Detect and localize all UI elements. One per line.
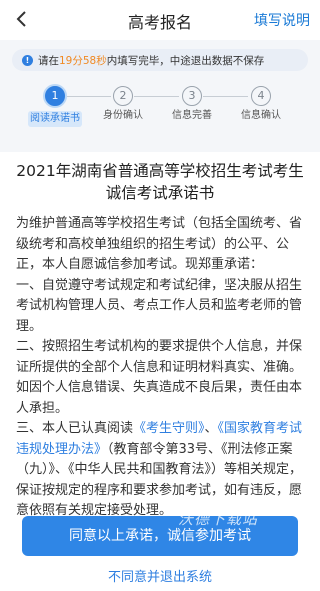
- time-notice: ! 请在 19分58秒 内填写完毕，中途退出数据不保存: [12, 49, 308, 71]
- step-1: 1 阅读承诺书: [20, 84, 90, 127]
- nav-bar: 高考报名 填写说明: [0, 0, 320, 40]
- document-title: 2021年湖南省普通高等学校招生考试考生诚信考试承诺书: [16, 162, 304, 202]
- step-label: 身份确认: [103, 110, 143, 121]
- decline-link[interactable]: 不同意并退出系统: [0, 566, 320, 585]
- paragraph-intro: 为维护普通高等学校招生考试（包括全国统考、省级统考和高校单独组织的招生考试）的公…: [16, 216, 303, 272]
- step-number: 2: [113, 86, 133, 106]
- watermark: 沃德下载站: [178, 510, 259, 528]
- step-label: 信息完善: [172, 110, 212, 121]
- step-label: 阅读承诺书: [28, 111, 82, 127]
- step-number: 1: [43, 84, 67, 108]
- progress-area: ! 请在 19分58秒 内填写完毕，中途退出数据不保存 1 阅读承诺书 2 身份…: [0, 40, 320, 152]
- step-4: 4 信息确认: [226, 86, 296, 122]
- notice-prefix: 请在: [38, 54, 59, 67]
- paragraph-3-text-b: 、: [204, 421, 218, 436]
- step-number: 3: [182, 86, 202, 106]
- paragraph-2: 二、按照招生考试机构的要求提供个人信息，并保证所提供的全部个人信息和证明材料真实…: [16, 339, 303, 416]
- step-2: 2 身份确认: [88, 86, 158, 122]
- paragraph-1: 一、自觉遵守考试规定和考试纪律，坚决服从招生考试机构管理人员、考点工作人员和监考…: [16, 277, 303, 334]
- paragraph-3-text-a: 三、本人已认真阅读: [16, 421, 134, 436]
- info-icon: !: [22, 54, 33, 66]
- step-indicator: 1 阅读承诺书 2 身份确认 3 信息完善 4 信息确认: [0, 84, 320, 146]
- countdown-timer: 19分58秒: [59, 54, 107, 67]
- step-3: 3 信息完善: [157, 86, 227, 122]
- step-number: 4: [251, 86, 271, 106]
- exam-rules-link[interactable]: 《考生守则》: [133, 421, 205, 436]
- step-label: 信息确认: [241, 110, 281, 121]
- document-body: 为维护普通高等学校招生考试（包括全国统考、省级统考和高校单独组织的招生考试）的公…: [16, 214, 306, 522]
- notice-suffix: 内填写完毕，中途退出数据不保存: [106, 54, 265, 67]
- paragraph-3: 三、本人已认真阅读《考生守则》、《国家教育考试违规处理办法》（教育部令第33号、…: [16, 419, 306, 522]
- help-link[interactable]: 填写说明: [254, 10, 310, 30]
